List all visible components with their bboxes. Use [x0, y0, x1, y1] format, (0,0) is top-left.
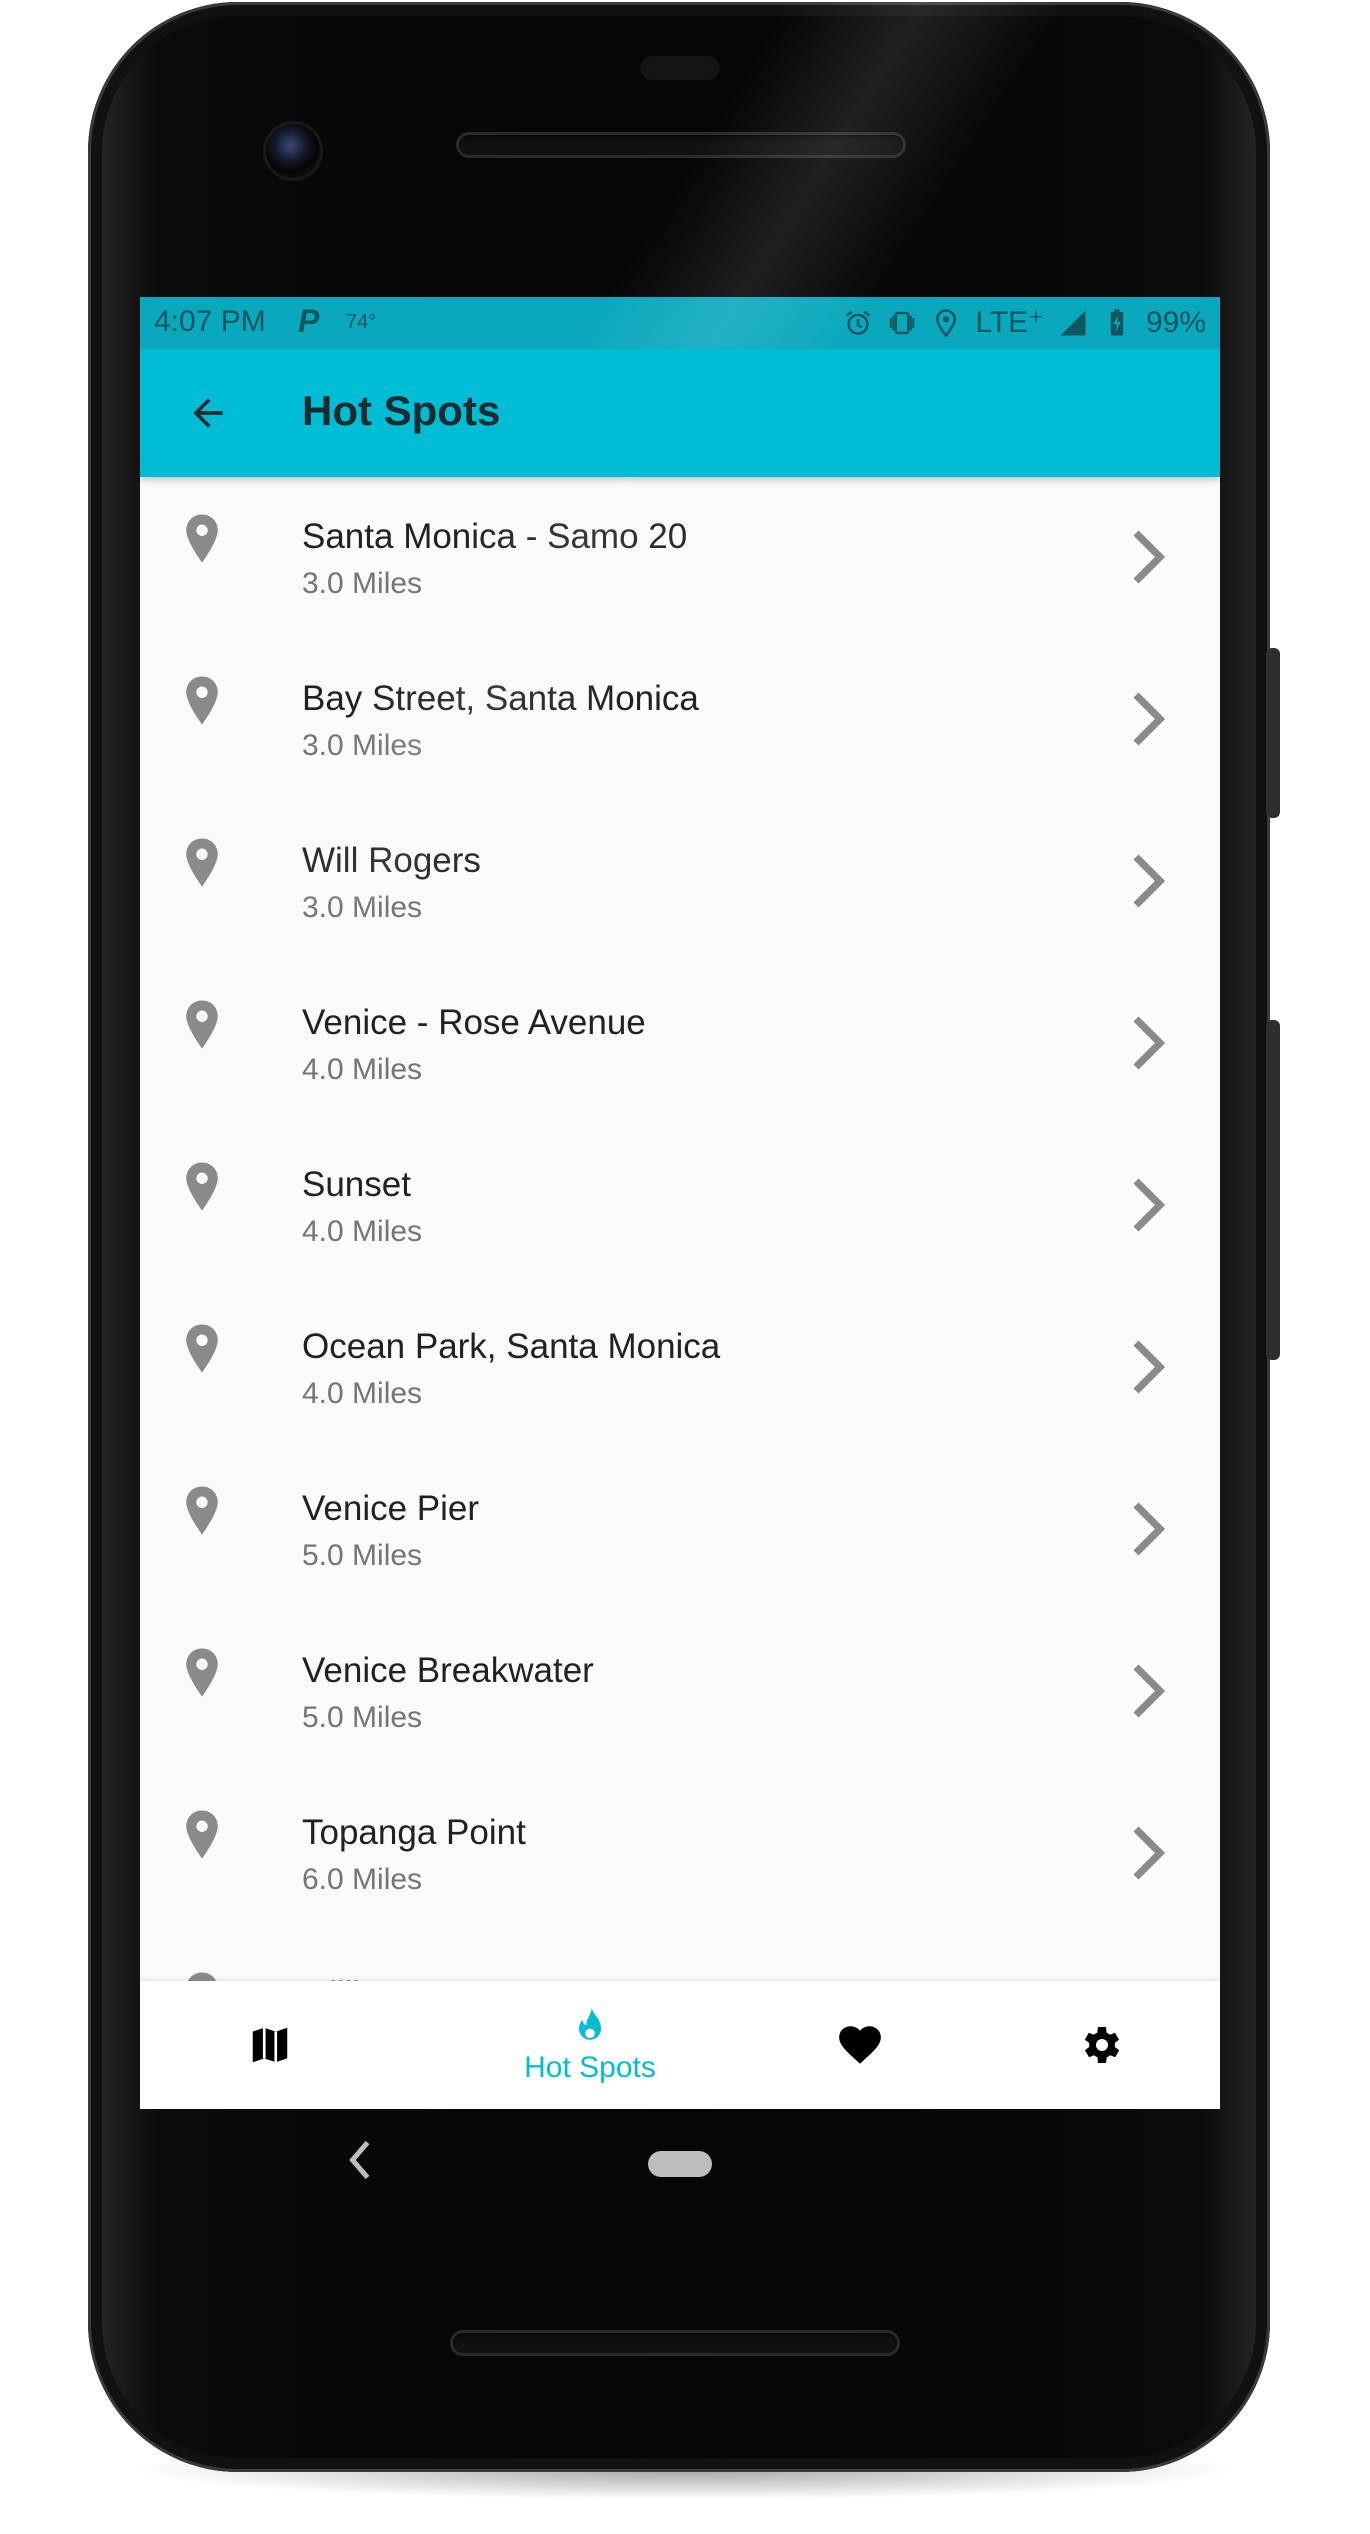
- chevron-right-icon: [1130, 527, 1166, 585]
- nav-hot-spots[interactable]: Hot Spots: [480, 1981, 700, 2109]
- spot-name: Ocean Park, Santa Monica: [302, 1327, 721, 1366]
- chevron-right-icon: [1130, 689, 1166, 747]
- flame-icon: [579, 2006, 601, 2040]
- location-icon: [936, 308, 957, 337]
- back-button[interactable]: [174, 379, 242, 447]
- nav-settings[interactable]: [1040, 1981, 1160, 2109]
- earpiece-speaker: [456, 132, 906, 158]
- heart-icon: [839, 2026, 881, 2064]
- proximity-sensor: [640, 56, 720, 80]
- spot-name: Venice Pier: [302, 1489, 480, 1528]
- list-item[interactable]: Venice - Rose Avenue 4.0 Miles: [140, 963, 1220, 1125]
- chevron-right-icon: [1130, 1175, 1166, 1233]
- network-type: LTE⁺: [975, 306, 1044, 339]
- location-pin-icon: [184, 999, 220, 1049]
- system-home-button[interactable]: [648, 2151, 712, 2177]
- spot-distance: 3.0 Miles: [302, 729, 423, 762]
- chevron-right-icon: [1130, 851, 1166, 909]
- list-item[interactable]: Venice Breakwater 5.0 Miles: [140, 1611, 1220, 1773]
- location-pin-icon: [184, 1809, 220, 1859]
- system-back-icon[interactable]: [345, 2135, 375, 2185]
- list-item[interactable]: Santa Monica - Samo 20 3.0 Miles: [140, 477, 1220, 639]
- spot-distance: 5.0 Miles: [302, 1539, 423, 1572]
- spot-name: Bay Street, Santa Monica: [302, 679, 699, 718]
- battery-level: 99%: [1145, 305, 1206, 339]
- status-time: 4:07 PM: [154, 305, 266, 338]
- bottom-speaker: [450, 2330, 900, 2356]
- chevron-right-icon: [1130, 1499, 1166, 1557]
- arrow-back-icon: [193, 398, 223, 428]
- chevron-right-icon: [1130, 1337, 1166, 1395]
- list-item[interactable]: Bay Street, Santa Monica 3.0 Miles: [140, 639, 1220, 801]
- location-pin-icon: [184, 1971, 220, 1981]
- system-navigation: [140, 2109, 1220, 2219]
- list-item[interactable]: Topanga Point 6.0 Miles: [140, 1773, 1220, 1935]
- page-title: Hot Spots: [302, 387, 501, 434]
- status-icons: LTE⁺ 99%: [843, 305, 1206, 340]
- status-temperature: 74°: [346, 311, 377, 333]
- spot-distance: 3.0 Miles: [302, 567, 423, 600]
- screen: 4:07 PM P 74° LTE⁺ 99% Hot Spots Santa M…: [140, 297, 1220, 2109]
- spot-distance: 4.0 Miles: [302, 1053, 423, 1086]
- power-button: [1266, 648, 1280, 818]
- list-item[interactable]: Sunset 4.0 Miles: [140, 1125, 1220, 1287]
- bottom-navigation: Hot Spots: [140, 1981, 1220, 2109]
- spot-distance: 4.0 Miles: [302, 1377, 423, 1410]
- spot-name: Venice - Rose Avenue: [302, 1003, 646, 1042]
- nav-favorites[interactable]: [800, 1981, 920, 2109]
- location-pin-icon: [184, 1161, 220, 1211]
- spot-distance: 3.0 Miles: [302, 891, 423, 924]
- chevron-right-icon: [1130, 1823, 1166, 1881]
- spot-distance: 5.0 Miles: [302, 1701, 423, 1734]
- location-pin-icon: [184, 675, 220, 725]
- chevron-right-icon: [1130, 1013, 1166, 1071]
- chevron-right-icon: [1130, 1661, 1166, 1719]
- signal-icon: [1060, 310, 1086, 335]
- nav-map[interactable]: [210, 1981, 330, 2109]
- list-item[interactable]: Will Rogers 3.0 Miles: [140, 801, 1220, 963]
- location-pin-icon: [184, 513, 220, 563]
- list-item[interactable]: Venice Pier 5.0 Miles: [140, 1449, 1220, 1611]
- hot-spots-list[interactable]: Santa Monica - Samo 20 3.0 Miles Bay Stree…: [140, 477, 1220, 1981]
- location-pin-icon: [184, 837, 220, 887]
- list-item[interactable]: Ocean Park, Santa Monica 4.0 Miles: [140, 1287, 1220, 1449]
- location-pin-icon: [184, 1647, 220, 1697]
- parking-icon: P: [298, 303, 320, 339]
- front-camera: [266, 124, 320, 178]
- gear-icon: [1084, 2027, 1120, 2063]
- location-pin-icon: [184, 1323, 220, 1373]
- app-bar: Hot Spots: [140, 349, 1220, 477]
- alarm-icon: [846, 310, 871, 335]
- vibrate-icon: [890, 311, 915, 334]
- list-item[interactable]: Gilli: [140, 1935, 1220, 1981]
- spot-name: Sunset: [302, 1165, 411, 1204]
- spot-name: Will Rogers: [302, 841, 481, 880]
- spot-distance: 4.0 Miles: [302, 1215, 423, 1248]
- nav-hot-spots-label: Hot Spots: [524, 2051, 656, 2084]
- map-icon: [252, 2027, 288, 2063]
- volume-button: [1266, 1020, 1280, 1360]
- location-pin-icon: [184, 1485, 220, 1535]
- spot-name: Santa Monica - Samo 20: [302, 517, 688, 556]
- status-bar: 4:07 PM P 74° LTE⁺ 99%: [140, 297, 1220, 349]
- spot-name: Venice Breakwater: [302, 1651, 594, 1690]
- spot-distance: 6.0 Miles: [302, 1863, 423, 1896]
- spot-name: Topanga Point: [302, 1813, 526, 1852]
- battery-charging-icon: [1110, 308, 1124, 335]
